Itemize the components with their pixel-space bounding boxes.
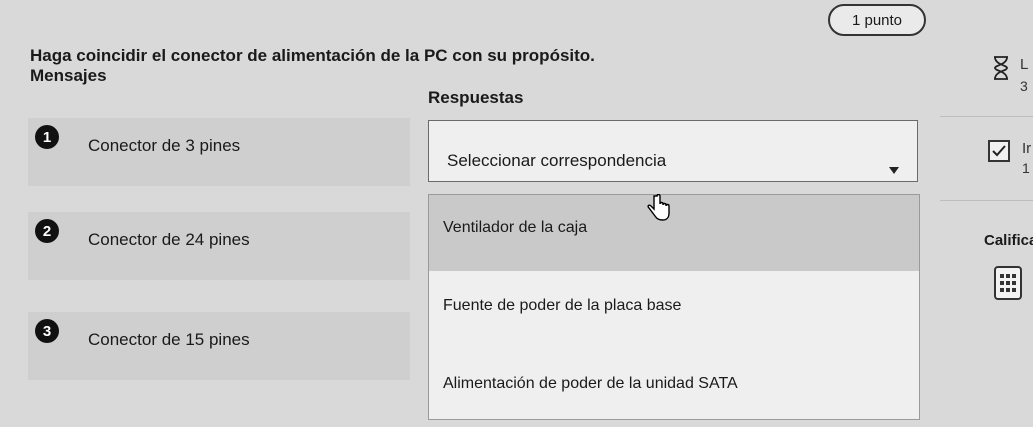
message-label-3: Conector de 15 pines [88,330,250,349]
hourglass-icon [993,56,1009,85]
side-value-mid: 1 [1022,160,1030,176]
select-placeholder: Seleccionar correspondencia [447,151,667,170]
option-label: Fuente de poder de la placa base [443,297,682,314]
responses-heading: Respuestas [428,88,524,107]
message-row-1: 1 Conector de 3 pines [28,118,410,186]
message-number-3: 3 [35,319,59,343]
message-label-2: Conector de 24 pines [88,230,250,249]
option-case-fan[interactable]: Ventilador de la caja [429,195,919,271]
question-text: Haga coincidir el conector de alimentaci… [30,46,595,65]
option-sata-power[interactable]: Alimentación de poder de la unidad SATA [429,347,919,423]
side-label-top: L [1020,56,1029,73]
option-motherboard-power[interactable]: Fuente de poder de la placa base [429,271,919,347]
side-label-mid: Ir [1022,140,1032,157]
message-number-2: 2 [35,219,59,243]
option-label: Alimentación de poder de la unidad SATA [443,375,738,392]
points-badge: 1 punto [828,4,926,36]
match-select[interactable]: Seleccionar correspondencia [428,120,918,182]
response-dropdown: Ventilador de la caja Fuente de poder de… [428,194,920,420]
side-divider [940,116,1033,117]
grade-label: Califica [984,232,1033,249]
message-number-1: 1 [35,125,59,149]
message-row-2: 2 Conector de 24 pines [28,212,410,280]
option-label: Ventilador de la caja [443,219,588,236]
side-divider [940,200,1033,201]
calculator-icon [994,266,1022,305]
checkbox-checked-icon [988,140,1010,162]
message-row-3: 3 Conector de 15 pines [28,312,410,380]
caret-down-icon[interactable] [889,167,899,174]
messages-heading: Mensajes [30,66,107,85]
hand-cursor-icon [646,193,670,229]
side-value-top: 3 [1020,78,1028,94]
message-label-1: Conector de 3 pines [88,136,241,155]
